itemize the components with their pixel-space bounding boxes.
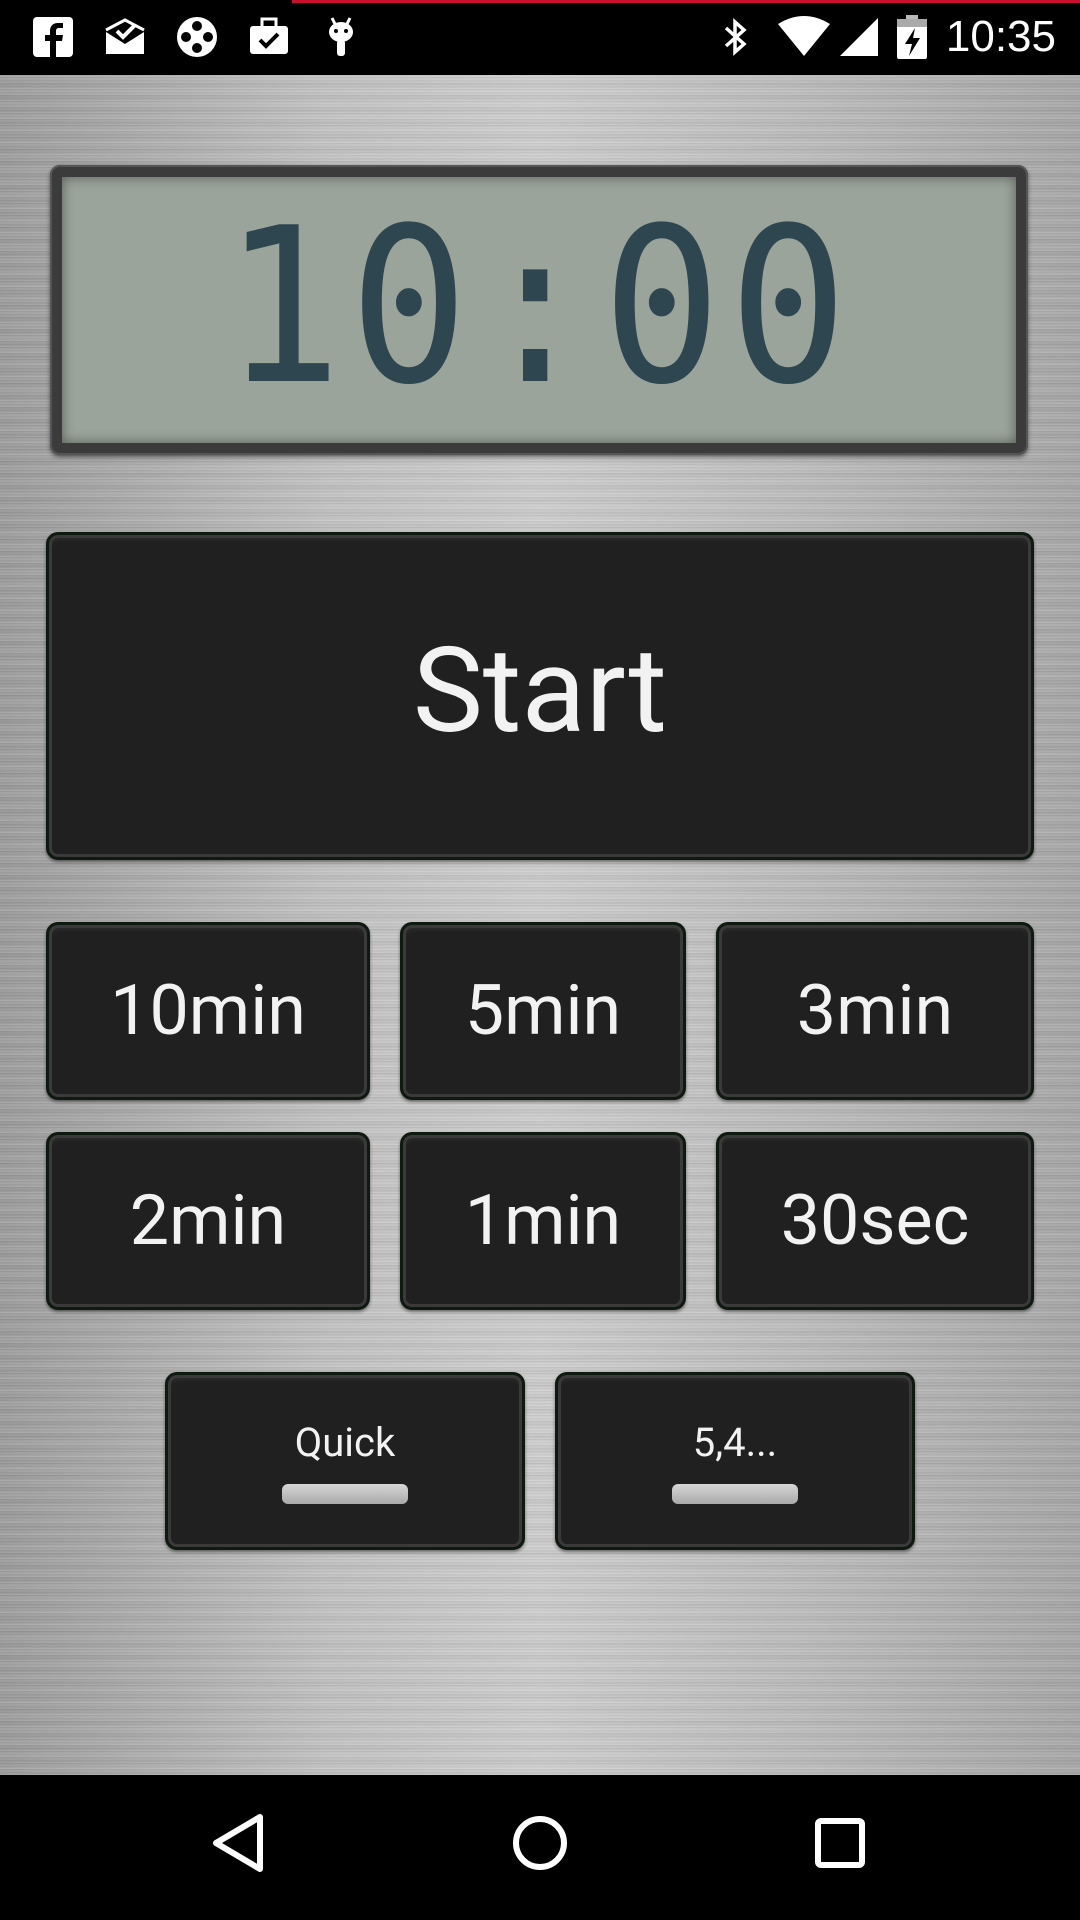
briefcase-check-icon	[246, 14, 292, 60]
quick-mode-label: Quick	[294, 1418, 396, 1466]
preset-5min-button[interactable]: 5min	[400, 922, 686, 1100]
preset-10min-button[interactable]: 10min	[46, 922, 370, 1100]
mail-check-icon	[102, 14, 148, 60]
recents-icon[interactable]	[800, 1803, 880, 1883]
preset-30sec-button[interactable]: 30sec	[716, 1132, 1034, 1310]
film-reel-icon	[174, 14, 220, 60]
lcd-screen: 10:00	[62, 177, 1016, 443]
status-bar: 10:35	[0, 0, 1080, 75]
main-content: 10:00 Start 10min 5min 3min 2min 1min 30…	[0, 75, 1080, 1775]
wifi-icon	[776, 14, 832, 60]
quick-mode-indicator	[282, 1483, 408, 1504]
countdown-mode-label: 5,4...	[692, 1418, 778, 1466]
android-icon	[318, 14, 364, 60]
status-accent-line	[292, 0, 1080, 3]
start-button[interactable]: Start	[46, 532, 1034, 860]
battery-charging-icon	[894, 14, 930, 60]
facebook-icon	[30, 14, 76, 60]
countdown-mode-indicator	[672, 1483, 798, 1504]
preset-3min-button[interactable]: 3min	[716, 922, 1034, 1100]
back-icon[interactable]	[200, 1803, 280, 1883]
signal-icon	[836, 14, 882, 60]
home-icon[interactable]	[500, 1803, 580, 1883]
timer-digits: 10:00	[222, 181, 856, 432]
navigation-bar	[0, 1775, 1080, 1920]
countdown-mode-button[interactable]: 5,4...	[555, 1372, 915, 1550]
status-time: 10:35	[945, 12, 1056, 61]
timer-display: 10:00	[50, 165, 1028, 455]
preset-2min-button[interactable]: 2min	[46, 1132, 370, 1310]
bluetooth-icon	[712, 14, 758, 60]
quick-mode-button[interactable]: Quick	[165, 1372, 525, 1550]
preset-1min-button[interactable]: 1min	[400, 1132, 686, 1310]
